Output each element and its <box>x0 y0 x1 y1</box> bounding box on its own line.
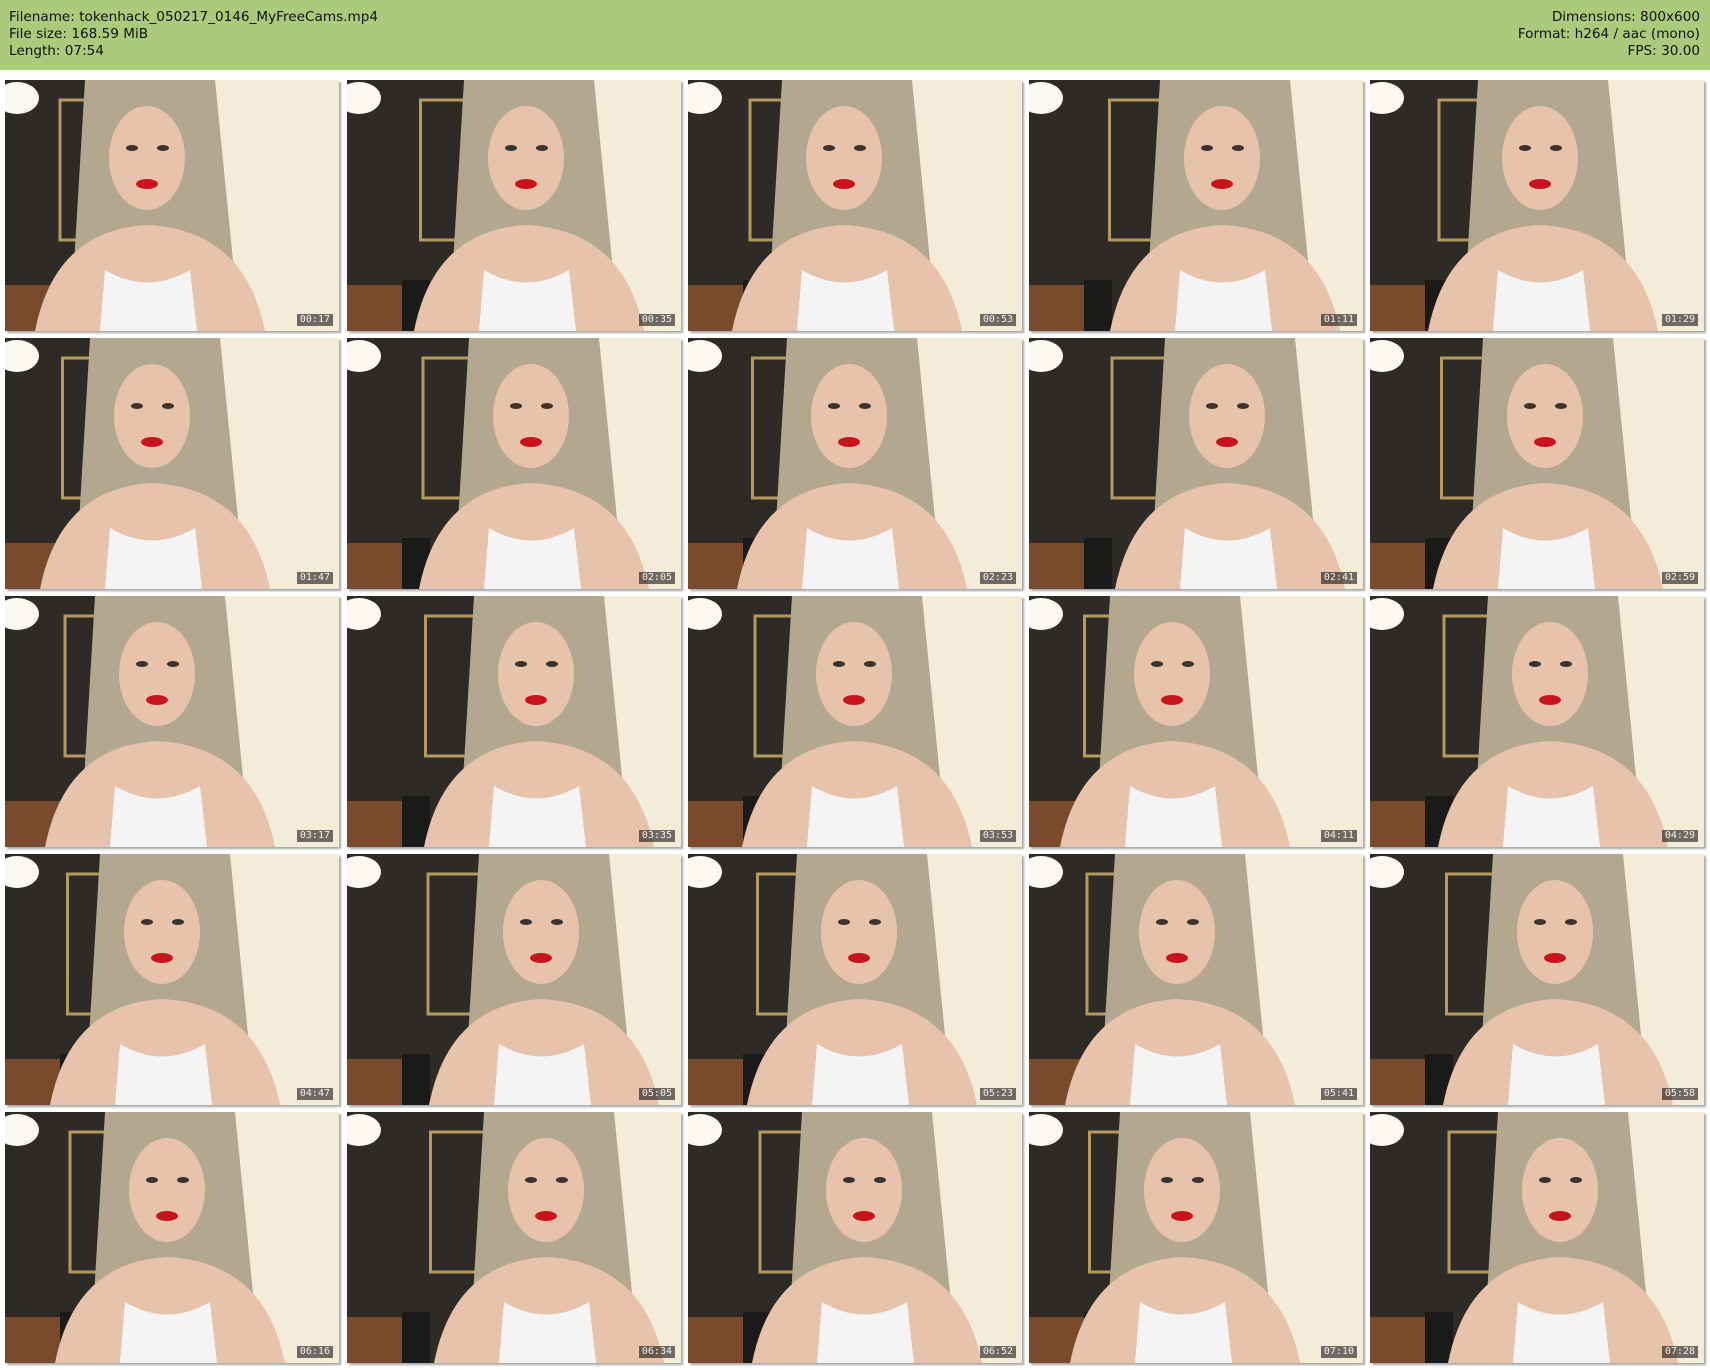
thumbnail-grid: 00:17 00:35 00:53 01:11 01:29 01:47 02:05 02:23… <box>0 78 1710 1370</box>
frame-image <box>5 854 339 1105</box>
frame-image <box>5 596 339 847</box>
timestamp-label: 01:47 <box>296 572 333 584</box>
video-thumbnail: 06:34 <box>347 1112 681 1363</box>
timestamp-label: 05:05 <box>638 1088 675 1100</box>
frame-image <box>1370 596 1704 847</box>
timestamp-label: 04:29 <box>1661 830 1698 842</box>
frame-image <box>688 80 1022 331</box>
video-thumbnail: 00:35 <box>347 80 681 331</box>
video-thumbnail: 06:52 <box>688 1112 1022 1363</box>
frame-image <box>1029 338 1363 589</box>
fps-text: FPS: 30.00 <box>1627 43 1700 59</box>
frame-image <box>1029 80 1363 331</box>
timestamp-label: 06:52 <box>979 1346 1016 1358</box>
video-thumbnail: 05:23 <box>688 854 1022 1105</box>
video-thumbnail: 02:05 <box>347 338 681 589</box>
frame-image <box>688 596 1022 847</box>
timestamp-label: 04:11 <box>1320 830 1357 842</box>
file-info-left: Filename: tokenhack_050217_0146_MyFreeCa… <box>9 9 378 60</box>
video-thumbnail: 00:53 <box>688 80 1022 331</box>
frame-image <box>688 1112 1022 1363</box>
video-thumbnail: 02:41 <box>1029 338 1363 589</box>
frame-image <box>1029 854 1363 1105</box>
video-thumbnail: 04:29 <box>1370 596 1704 847</box>
timestamp-label: 02:59 <box>1661 572 1698 584</box>
file-size-text: File size: 168.59 MiB <box>9 26 149 42</box>
video-thumbnail: 01:47 <box>5 338 339 589</box>
timestamp-label: 01:11 <box>1320 314 1357 326</box>
frame-image <box>347 854 681 1105</box>
frame-image <box>1370 80 1704 331</box>
file-info-right: Dimensions: 800x600 Format: h264 / aac (… <box>1518 9 1700 60</box>
timestamp-label: 00:35 <box>638 314 675 326</box>
frame-image <box>347 338 681 589</box>
frame-image <box>688 338 1022 589</box>
video-thumbnail: 01:29 <box>1370 80 1704 331</box>
timestamp-label: 04:47 <box>296 1088 333 1100</box>
video-thumbnail: 02:23 <box>688 338 1022 589</box>
video-thumbnail: 06:16 <box>5 1112 339 1363</box>
timestamp-label: 07:10 <box>1320 1346 1357 1358</box>
video-thumbnail: 05:41 <box>1029 854 1363 1105</box>
timestamp-label: 05:41 <box>1320 1088 1357 1100</box>
frame-image <box>5 338 339 589</box>
video-thumbnail: 07:10 <box>1029 1112 1363 1363</box>
video-thumbnail: 03:53 <box>688 596 1022 847</box>
frame-image <box>688 854 1022 1105</box>
frame-image <box>347 1112 681 1363</box>
timestamp-label: 00:53 <box>979 314 1016 326</box>
format-text: Format: h264 / aac (mono) <box>1517 26 1700 42</box>
frame-image <box>5 1112 339 1363</box>
video-thumbnail: 04:47 <box>5 854 339 1105</box>
video-thumbnail: 00:17 <box>5 80 339 331</box>
timestamp-label: 03:53 <box>979 830 1016 842</box>
timestamp-label: 05:58 <box>1661 1088 1698 1100</box>
dimensions-text: Dimensions: 800x600 <box>1551 9 1700 25</box>
timestamp-label: 06:34 <box>638 1346 675 1358</box>
timestamp-label: 07:28 <box>1661 1346 1698 1358</box>
video-thumbnail: 05:58 <box>1370 854 1704 1105</box>
timestamp-label: 02:05 <box>638 572 675 584</box>
timestamp-label: 03:17 <box>296 830 333 842</box>
frame-image <box>1029 596 1363 847</box>
video-thumbnail: 02:59 <box>1370 338 1704 589</box>
video-thumbnail: 04:11 <box>1029 596 1363 847</box>
video-thumbnail: 03:35 <box>347 596 681 847</box>
timestamp-label: 00:17 <box>296 314 333 326</box>
frame-image <box>1370 854 1704 1105</box>
frame-image <box>5 80 339 331</box>
timestamp-label: 01:29 <box>1661 314 1698 326</box>
video-thumbnail: 01:11 <box>1029 80 1363 331</box>
info-header: Filename: tokenhack_050217_0146_MyFreeCa… <box>0 0 1710 70</box>
video-thumbnail: 07:28 <box>1370 1112 1704 1363</box>
timestamp-label: 03:35 <box>638 830 675 842</box>
timestamp-label: 02:23 <box>979 572 1016 584</box>
video-thumbnail: 03:17 <box>5 596 339 847</box>
filename-text: Filename: tokenhack_050217_0146_MyFreeCa… <box>9 9 378 25</box>
frame-image <box>347 596 681 847</box>
video-thumbnail: 05:05 <box>347 854 681 1105</box>
timestamp-label: 06:16 <box>296 1346 333 1358</box>
frame-image <box>1370 1112 1704 1363</box>
frame-image <box>1029 1112 1363 1363</box>
length-text: Length: 07:54 <box>9 43 104 59</box>
frame-image <box>347 80 681 331</box>
timestamp-label: 05:23 <box>979 1088 1016 1100</box>
frame-image <box>1370 338 1704 589</box>
timestamp-label: 02:41 <box>1320 572 1357 584</box>
